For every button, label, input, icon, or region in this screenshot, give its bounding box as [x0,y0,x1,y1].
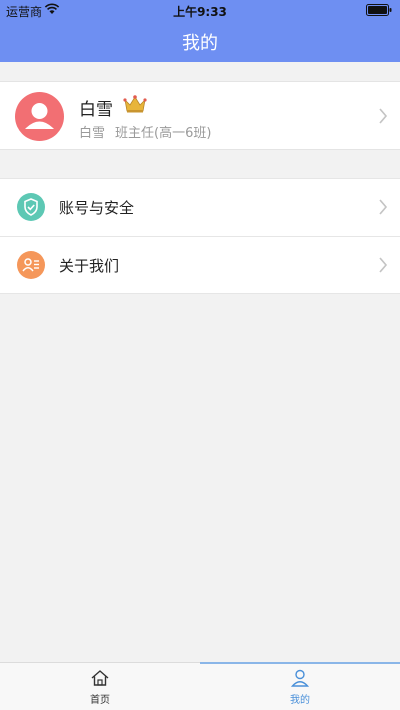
profile-sub-name: 白雪 [79,126,106,141]
user-icon [290,669,310,687]
tab-mine[interactable]: 我的 [200,663,400,710]
user-silhouette-icon [25,103,54,129]
shield-icon [17,193,45,221]
menu-item-about-us[interactable]: 关于我们 [0,237,400,294]
status-time: 上午9:33 [173,5,227,19]
profile-name: 白雪 [79,100,113,120]
battery-icon [366,4,392,16]
home-icon [91,670,109,686]
chevron-right-icon [379,257,388,273]
menu-item-account-security[interactable]: 账号与安全 [0,179,400,236]
profile-subtitle: 白雪 班主任(高一6班) [79,122,211,141]
nav-bar: 运营商 上午9:33 我的 [0,0,400,62]
tab-label: 我的 [290,695,310,706]
tab-home[interactable]: 首页 [0,663,200,710]
menu-item-label: 账号与安全 [59,199,135,217]
crown-icon [123,95,147,113]
tab-label: 首页 [90,695,110,706]
profile-card[interactable]: 白雪 白雪 班主任(高一6班) [0,81,400,150]
contact-card-icon [17,251,45,279]
tab-bar: 首页 我的 [0,662,400,710]
chevron-right-icon [379,199,388,215]
avatar [15,92,64,141]
status-bar: 运营商 上午9:33 [0,0,400,20]
page-title: 我的 [182,33,218,54]
menu-item-label: 关于我们 [59,257,120,275]
section-divider [0,293,400,294]
profile-role: 班主任(高一6班) [115,126,212,141]
chevron-right-icon [379,108,388,124]
